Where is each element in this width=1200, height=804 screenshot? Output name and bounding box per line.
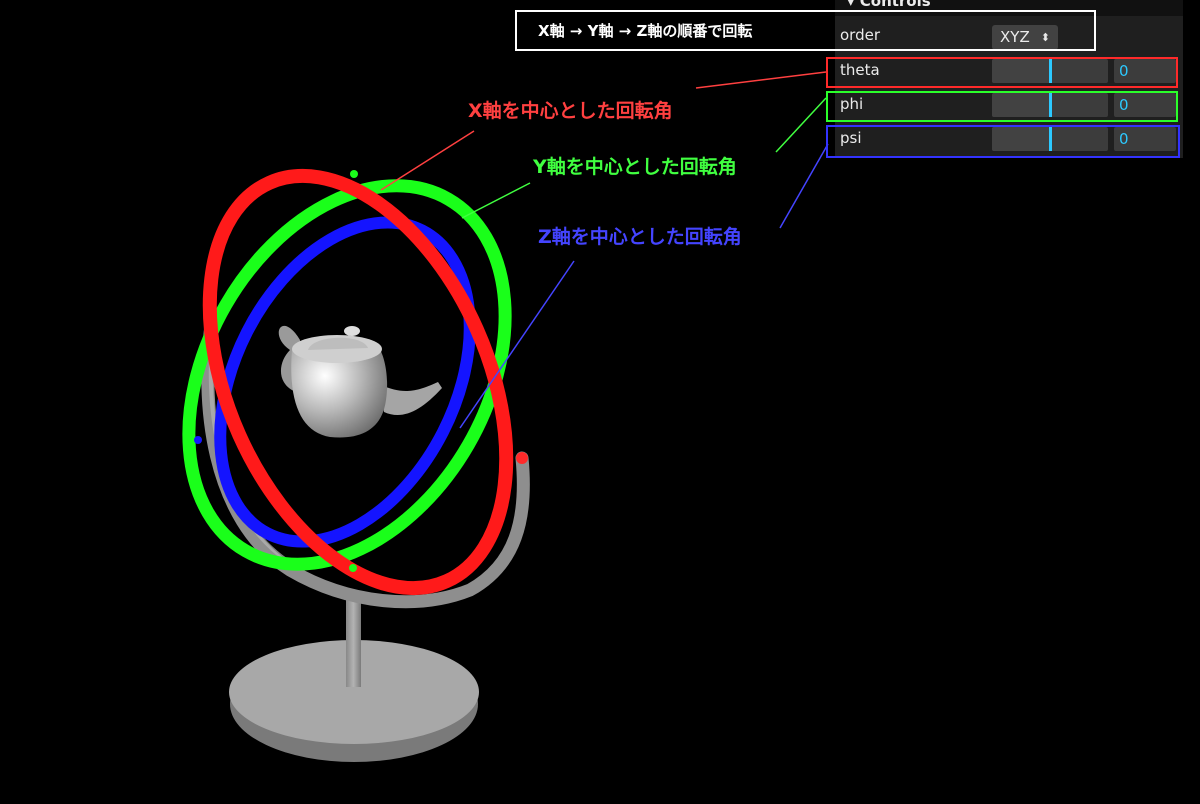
psi-slider[interactable]	[992, 127, 1108, 151]
z-ring-pivot-left	[194, 436, 202, 444]
x-axis-leader-upper	[695, 71, 827, 89]
phi-row: phi 0	[835, 89, 1183, 119]
theta-input[interactable]: 0	[1114, 59, 1176, 83]
y-axis-annotation: Y軸を中心とした回転角	[533, 156, 737, 178]
phi-label: phi	[840, 95, 864, 113]
phi-input[interactable]: 0	[1114, 93, 1176, 117]
z-axis-annotation: Z軸を中心とした回転角	[538, 226, 742, 248]
psi-label: psi	[840, 129, 862, 147]
y-ring-pivot-bottom	[349, 564, 357, 572]
y-axis-leader-lower	[461, 182, 531, 219]
phi-slider-handle[interactable]	[1049, 93, 1052, 117]
psi-input[interactable]: 0	[1114, 127, 1176, 151]
rotation-order-callout: X軸 → Y軸 → Z軸の順番で回転	[515, 10, 1096, 51]
y-axis-leader-upper	[775, 97, 827, 153]
theta-row: theta 0	[835, 55, 1183, 85]
stand-pole	[346, 595, 361, 687]
phi-slider[interactable]	[992, 93, 1108, 117]
theta-slider[interactable]	[992, 59, 1108, 83]
teapot-model	[278, 325, 442, 438]
x-ring-pivot-right	[516, 452, 528, 464]
psi-row: psi 0	[835, 123, 1183, 153]
theta-slider-handle[interactable]	[1049, 59, 1052, 83]
psi-slider-handle[interactable]	[1049, 127, 1052, 151]
z-axis-leader-upper	[779, 143, 829, 229]
theta-label: theta	[840, 61, 880, 79]
x-axis-leader-lower	[380, 130, 475, 191]
y-ring-pivot-top	[350, 170, 358, 178]
x-axis-annotation: X軸を中心とした回転角	[468, 100, 673, 122]
